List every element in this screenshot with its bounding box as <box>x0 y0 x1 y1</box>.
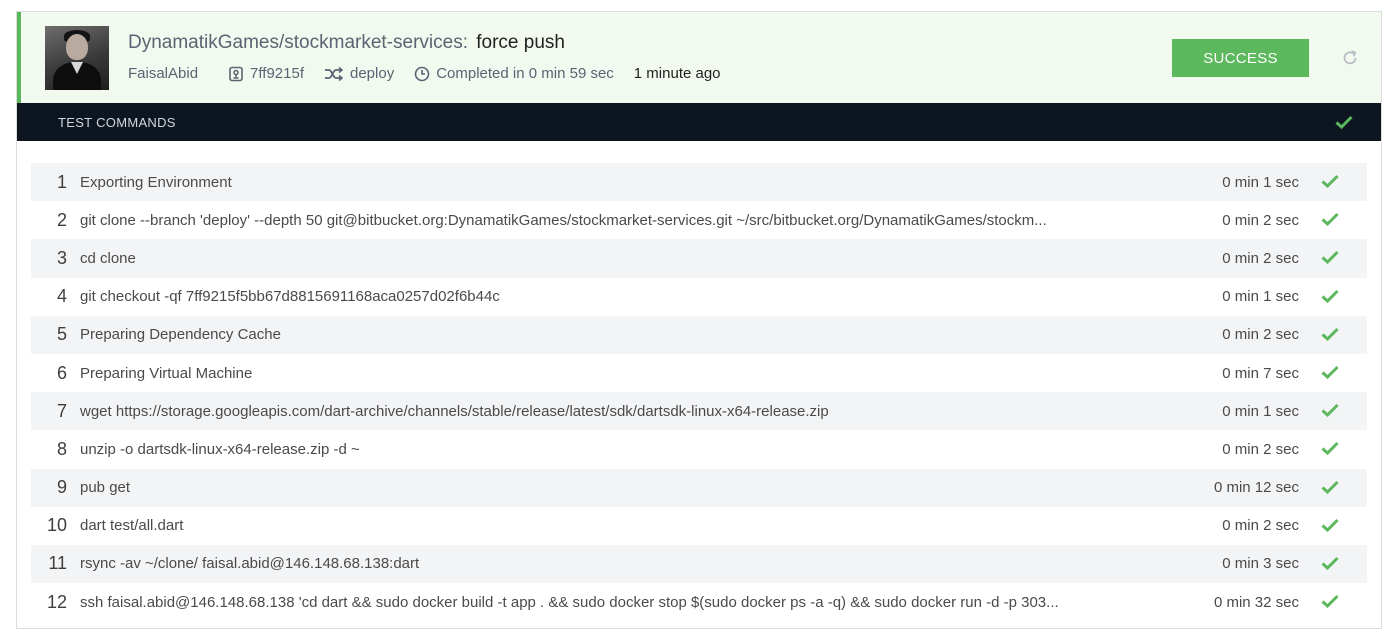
command-number: 6 <box>56 362 67 383</box>
command-duration: 0 min 1 sec <box>1222 288 1299 306</box>
command-text: Preparing Dependency Cache <box>80 326 281 344</box>
refresh-icon[interactable] <box>1341 49 1359 67</box>
test-commands-header[interactable]: TEST COMMANDS <box>17 103 1381 141</box>
check-icon <box>1321 174 1339 188</box>
build-meta: FaisalAbid 7ff9215f deploy Completed in … <box>128 65 721 83</box>
author-link[interactable]: FaisalAbid <box>128 65 198 83</box>
command-row[interactable]: 8 unzip -o dartsdk-linux-x64-release.zip … <box>31 430 1367 469</box>
time-ago: 1 minute ago <box>633 65 721 82</box>
command-row[interactable]: 1 Exporting Environment 0 min 1 sec <box>31 163 1367 202</box>
command-row[interactable]: 2 git clone --branch 'deploy' --depth 50 … <box>31 201 1367 240</box>
command-duration: 0 min 12 sec <box>1213 479 1299 497</box>
command-duration: 0 min 1 sec <box>1222 402 1299 420</box>
build-panel: DynamatikGames/stockmarket-services: for… <box>16 11 1382 629</box>
commit-message: force push <box>476 32 565 53</box>
command-row[interactable]: 10 dart test/all.dart 0 min 2 sec <box>31 506 1367 545</box>
avatar[interactable] <box>45 26 109 90</box>
command-row[interactable]: 6 Preparing Virtual Machine 0 min 7 sec <box>31 353 1367 393</box>
command-number: 1 <box>56 171 67 192</box>
command-duration: 0 min 2 sec <box>1222 326 1299 344</box>
command-number: 7 <box>56 400 67 421</box>
command-number: 8 <box>56 438 67 459</box>
commit-link[interactable]: 7ff9215f <box>228 65 304 83</box>
section-title: TEST COMMANDS <box>58 115 176 130</box>
commit-hash: 7ff9215f <box>250 65 304 82</box>
status-button[interactable]: SUCCESS <box>1172 39 1309 77</box>
command-duration: 0 min 2 sec <box>1222 517 1299 535</box>
command-duration: 0 min 7 sec <box>1222 364 1299 382</box>
commit-icon <box>229 66 243 82</box>
check-icon <box>1321 213 1339 227</box>
duration-text: Completed in 0 min 59 sec <box>436 65 614 82</box>
command-row[interactable]: 12 ssh faisal.abid@146.148.68.138 'cd dar… <box>31 583 1367 622</box>
command-row[interactable]: 11 rsync -av ~/clone/ faisal.abid@146.148… <box>31 544 1367 584</box>
check-icon <box>1321 365 1339 379</box>
check-icon <box>1321 327 1339 341</box>
command-text: git clone --branch 'deploy' --depth 50 g… <box>80 211 1047 229</box>
build-duration: Completed in 0 min 59 sec <box>414 65 614 83</box>
command-text: Exporting Environment <box>80 173 232 191</box>
command-text: cd clone <box>80 249 136 267</box>
command-row[interactable]: 5 Preparing Dependency Cache 0 min 2 sec <box>31 315 1367 354</box>
commands-list: 1 Exporting Environment 0 min 1 sec 2 git cl… <box>31 163 1367 622</box>
command-duration: 0 min 3 sec <box>1222 555 1299 573</box>
check-icon <box>1321 442 1339 456</box>
command-duration: 0 min 2 sec <box>1222 249 1299 267</box>
command-row[interactable]: 9 pub get 0 min 12 sec <box>31 468 1367 507</box>
avatar-head <box>66 34 88 60</box>
command-number: 2 <box>56 209 67 230</box>
command-row[interactable]: 3 cd clone 0 min 2 sec <box>31 239 1367 278</box>
command-duration: 0 min 32 sec <box>1213 593 1299 611</box>
repo-link[interactable]: DynamatikGames/stockmarket-services: <box>128 32 468 53</box>
command-text: unzip -o dartsdk-linux-x64-release.zip -… <box>80 440 360 458</box>
check-icon <box>1321 404 1339 418</box>
check-icon <box>1321 289 1339 303</box>
command-text: git checkout -qf 7ff9215f5bb67d881569116… <box>80 288 500 306</box>
command-text: pub get <box>80 479 131 497</box>
command-number: 10 <box>46 515 67 536</box>
command-text: wget https://storage.googleapis.com/dart… <box>80 402 829 420</box>
check-icon <box>1321 518 1339 532</box>
command-text: ssh faisal.abid@146.148.68.138 'cd dart … <box>80 593 1059 611</box>
command-number: 11 <box>48 553 67 574</box>
command-number: 12 <box>46 591 67 612</box>
command-number: 9 <box>56 477 67 498</box>
command-number: 5 <box>56 324 67 345</box>
command-number: 3 <box>56 247 67 268</box>
branch-icon <box>325 66 344 82</box>
command-text: rsync -av ~/clone/ faisal.abid@146.148.6… <box>80 555 420 573</box>
check-icon <box>1321 480 1339 494</box>
command-row[interactable]: 7 wget https://storage.googleapis.com/dar… <box>31 392 1367 431</box>
command-duration: 0 min 2 sec <box>1222 440 1299 458</box>
branch-name: deploy <box>350 65 395 82</box>
build-title: DynamatikGames/stockmarket-services: for… <box>128 32 565 54</box>
command-text: dart test/all.dart <box>80 517 184 535</box>
branch-link[interactable]: deploy <box>324 65 394 83</box>
command-row[interactable]: 4 git checkout -qf 7ff9215f5bb67d88156911… <box>31 277 1367 316</box>
clock-icon <box>414 66 430 82</box>
command-text: Preparing Virtual Machine <box>80 364 253 382</box>
check-icon <box>1321 251 1339 265</box>
check-icon <box>1321 595 1339 609</box>
command-duration: 0 min 2 sec <box>1222 211 1299 229</box>
check-icon <box>1335 115 1353 129</box>
command-number: 4 <box>56 286 67 307</box>
check-icon <box>1321 556 1339 570</box>
build-header: DynamatikGames/stockmarket-services: for… <box>17 12 1381 103</box>
command-duration: 0 min 1 sec <box>1222 173 1299 191</box>
